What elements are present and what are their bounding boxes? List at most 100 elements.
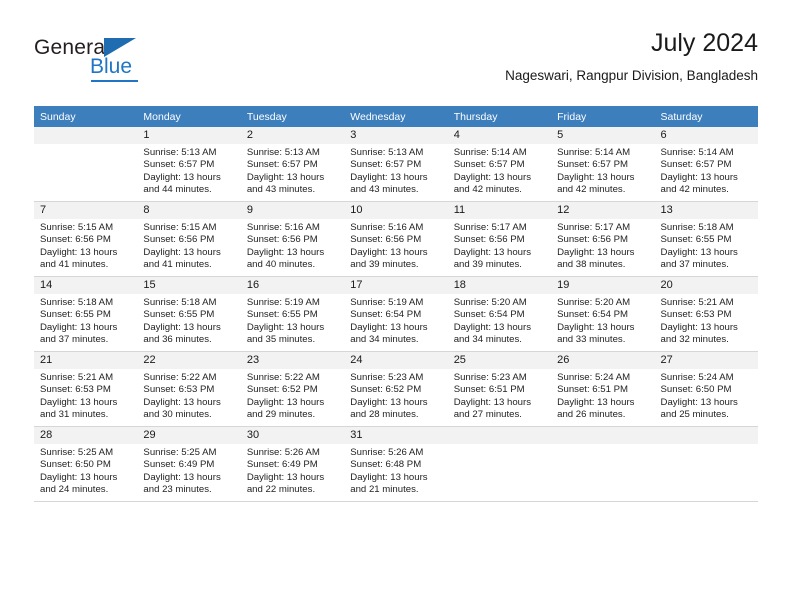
sunrise-text: Sunrise: 5:14 AM xyxy=(557,147,631,158)
day-cell-inner[interactable]: 28 Sunrise: 5:25 AM Sunset: 6:50 PM Dayligh… xyxy=(34,427,138,502)
day-cell-inner[interactable]: 24 Sunrise: 5:23 AM Sunset: 6:52 PM Dayligh… xyxy=(344,352,448,427)
page-title: July 2024 xyxy=(650,29,758,57)
daylight-text-line2: and 43 minutes. xyxy=(350,184,419,196)
calendar-day-cell[interactable]: 6 Sunrise: 5:14 AM Sunset: 6:57 PM Daylight… xyxy=(654,127,758,202)
calendar-day-cell[interactable]: 29 Sunrise: 5:25 AM Sunset: 6:49 PM Dayligh… xyxy=(137,427,241,502)
daylight-text-line1: Daylight: 13 hours xyxy=(660,246,738,258)
sunset-text: Sunset: 6:52 PM xyxy=(350,384,422,396)
daylight-text-line1: Daylight: 13 hours xyxy=(660,171,738,183)
daylight-text-line2: and 34 minutes. xyxy=(350,334,419,346)
calendar-day-cell[interactable]: 4 Sunrise: 5:14 AM Sunset: 6:57 PM Daylight… xyxy=(447,127,552,202)
day-cell-inner[interactable]: 15 Sunrise: 5:18 AM Sunset: 6:55 PM Dayligh… xyxy=(137,277,241,352)
day-number: 24 xyxy=(344,352,448,369)
calendar-day-cell[interactable]: 23 Sunrise: 5:22 AM Sunset: 6:52 PM Dayligh… xyxy=(240,352,345,427)
daylight-text-line2: and 30 minutes. xyxy=(143,409,212,421)
day-cell-inner[interactable]: 25 Sunrise: 5:23 AM Sunset: 6:51 PM Dayligh… xyxy=(447,352,552,427)
day-cell-inner[interactable]: 5 Sunrise: 5:14 AM Sunset: 6:57 PM Daylight… xyxy=(551,127,655,202)
day-info: Sunrise: 5:14 AM Sunset: 6:57 PM Daylight:… xyxy=(551,144,654,197)
calendar-day-cell[interactable]: 8 Sunrise: 5:15 AM Sunset: 6:56 PM Daylight… xyxy=(137,202,241,277)
calendar-day-cell[interactable]: 9 Sunrise: 5:16 AM Sunset: 6:56 PM Daylight… xyxy=(240,202,345,277)
calendar-day-cell[interactable]: 27 Sunrise: 5:24 AM Sunset: 6:50 PM Dayligh… xyxy=(654,352,758,427)
sunrise-text: Sunrise: 5:24 AM xyxy=(660,372,734,383)
calendar-day-cell[interactable]: 22 Sunrise: 5:22 AM Sunset: 6:53 PM Dayligh… xyxy=(137,352,241,427)
calendar-day-cell[interactable]: 18 Sunrise: 5:20 AM Sunset: 6:54 PM Dayligh… xyxy=(447,277,552,352)
day-cell-inner[interactable]: 19 Sunrise: 5:20 AM Sunset: 6:54 PM Dayligh… xyxy=(551,277,655,352)
day-cell-inner[interactable]: 18 Sunrise: 5:20 AM Sunset: 6:54 PM Dayligh… xyxy=(447,277,552,352)
sunset-text: Sunset: 6:48 PM xyxy=(350,459,422,471)
day-cell-inner[interactable]: 23 Sunrise: 5:22 AM Sunset: 6:52 PM Dayligh… xyxy=(240,352,345,427)
daylight-text-line2: and 26 minutes. xyxy=(557,409,626,421)
calendar-day-cell[interactable]: 7 Sunrise: 5:15 AM Sunset: 6:56 PM Daylight… xyxy=(34,202,138,277)
calendar-day-cell[interactable]: 25 Sunrise: 5:23 AM Sunset: 6:51 PM Dayligh… xyxy=(447,352,552,427)
day-cell-inner[interactable]: 13 Sunrise: 5:18 AM Sunset: 6:55 PM Dayligh… xyxy=(654,202,758,277)
sunrise-text: Sunrise: 5:23 AM xyxy=(350,372,424,383)
sunset-text: Sunset: 6:56 PM xyxy=(557,234,629,246)
day-cell-inner[interactable]: 3 Sunrise: 5:13 AM Sunset: 6:57 PM Daylight… xyxy=(344,127,448,202)
calendar-day-cell[interactable]: 21 Sunrise: 5:21 AM Sunset: 6:53 PM Dayligh… xyxy=(34,352,138,427)
day-cell-inner[interactable]: 22 Sunrise: 5:22 AM Sunset: 6:53 PM Dayligh… xyxy=(137,352,241,427)
daylight-text-line2: and 39 minutes. xyxy=(453,259,522,271)
calendar-day-cell[interactable]: 2 Sunrise: 5:13 AM Sunset: 6:57 PM Daylight… xyxy=(240,127,345,202)
day-cell-inner[interactable]: 17 Sunrise: 5:19 AM Sunset: 6:54 PM Dayligh… xyxy=(344,277,448,352)
day-cell-inner[interactable]: 11 Sunrise: 5:17 AM Sunset: 6:56 PM Dayligh… xyxy=(447,202,552,277)
daylight-text-line2: and 27 minutes. xyxy=(453,409,522,421)
calendar-day-cell[interactable]: 30 Sunrise: 5:26 AM Sunset: 6:49 PM Dayligh… xyxy=(240,427,345,502)
calendar-day-cell[interactable]: 28 Sunrise: 5:25 AM Sunset: 6:50 PM Dayligh… xyxy=(34,427,138,502)
sunrise-text: Sunrise: 5:25 AM xyxy=(40,447,114,458)
calendar-day-cell[interactable]: 31 Sunrise: 5:26 AM Sunset: 6:48 PM Dayligh… xyxy=(344,427,448,502)
day-cell-inner[interactable]: 8 Sunrise: 5:15 AM Sunset: 6:56 PM Daylight… xyxy=(137,202,241,277)
day-cell-inner[interactable]: 14 Sunrise: 5:18 AM Sunset: 6:55 PM Dayligh… xyxy=(34,277,138,352)
calendar-day-cell[interactable]: 10 Sunrise: 5:16 AM Sunset: 6:56 PM Dayligh… xyxy=(344,202,448,277)
day-cell-inner[interactable]: 20 Sunrise: 5:21 AM Sunset: 6:53 PM Dayligh… xyxy=(654,277,758,352)
sunset-text: Sunset: 6:51 PM xyxy=(453,384,525,396)
calendar-day-cell[interactable]: 11 Sunrise: 5:17 AM Sunset: 6:56 PM Dayligh… xyxy=(447,202,552,277)
calendar-day-cell[interactable]: 20 Sunrise: 5:21 AM Sunset: 6:53 PM Dayligh… xyxy=(654,277,758,352)
day-number: 15 xyxy=(137,277,241,294)
day-cell-inner[interactable]: 1 Sunrise: 5:13 AM Sunset: 6:57 PM Daylight… xyxy=(137,127,241,202)
calendar-day-cell[interactable]: 12 Sunrise: 5:17 AM Sunset: 6:56 PM Dayligh… xyxy=(551,202,655,277)
calendar-day-cell[interactable]: 13 Sunrise: 5:18 AM Sunset: 6:55 PM Dayligh… xyxy=(654,202,758,277)
day-cell-inner[interactable]: 27 Sunrise: 5:24 AM Sunset: 6:50 PM Dayligh… xyxy=(654,352,758,427)
calendar-day-cell[interactable]: 3 Sunrise: 5:13 AM Sunset: 6:57 PM Daylight… xyxy=(344,127,448,202)
daylight-text-line2: and 22 minutes. xyxy=(246,484,316,496)
day-number: 27 xyxy=(654,352,758,369)
calendar-day-cell[interactable]: 15 Sunrise: 5:18 AM Sunset: 6:55 PM Dayligh… xyxy=(137,277,241,352)
calendar-day-cell[interactable]: 1 Sunrise: 5:13 AM Sunset: 6:57 PM Daylight… xyxy=(137,127,241,202)
day-info: Sunrise: 5:14 AM Sunset: 6:57 PM Daylight:… xyxy=(655,144,758,197)
calendar-day-cell[interactable]: 5 Sunrise: 5:14 AM Sunset: 6:57 PM Daylight… xyxy=(551,127,655,202)
day-cell-inner[interactable]: 7 Sunrise: 5:15 AM Sunset: 6:56 PM Daylight… xyxy=(34,202,138,277)
day-cell-inner[interactable]: 12 Sunrise: 5:17 AM Sunset: 6:56 PM Dayligh… xyxy=(551,202,655,277)
day-cell-inner[interactable]: 16 Sunrise: 5:19 AM Sunset: 6:55 PM Dayligh… xyxy=(240,277,345,352)
calendar-day-cell[interactable]: 17 Sunrise: 5:19 AM Sunset: 6:54 PM Dayligh… xyxy=(344,277,448,352)
day-number xyxy=(447,427,552,444)
day-info: Sunrise: 5:19 AM Sunset: 6:55 PM Daylight:… xyxy=(241,294,344,347)
day-cell-inner[interactable]: 2 Sunrise: 5:13 AM Sunset: 6:57 PM Daylight… xyxy=(240,127,345,202)
day-cell-inner[interactable]: 9 Sunrise: 5:16 AM Sunset: 6:56 PM Daylight… xyxy=(240,202,345,277)
day-info: Sunrise: 5:25 AM Sunset: 6:50 PM Daylight:… xyxy=(34,444,137,497)
day-cell-inner[interactable]: 21 Sunrise: 5:21 AM Sunset: 6:53 PM Dayligh… xyxy=(34,352,138,427)
day-cell-inner[interactable]: 4 Sunrise: 5:14 AM Sunset: 6:57 PM Daylight… xyxy=(447,127,552,202)
daylight-text-line1: Daylight: 13 hours xyxy=(143,171,221,183)
sunrise-text: Sunrise: 5:26 AM xyxy=(350,447,424,458)
daylight-text-line2: and 42 minutes. xyxy=(453,184,522,196)
daylight-text-line1: Daylight: 13 hours xyxy=(350,396,428,408)
sunset-text: Sunset: 6:51 PM xyxy=(557,384,629,396)
sunset-text: Sunset: 6:55 PM xyxy=(143,309,215,321)
day-info: Sunrise: 5:14 AM Sunset: 6:57 PM Daylight:… xyxy=(448,144,551,197)
day-cell-inner[interactable]: 29 Sunrise: 5:25 AM Sunset: 6:49 PM Dayligh… xyxy=(137,427,241,502)
day-cell-inner[interactable]: 30 Sunrise: 5:26 AM Sunset: 6:49 PM Dayligh… xyxy=(240,427,345,502)
sunset-text: Sunset: 6:56 PM xyxy=(246,234,318,246)
day-cell-inner[interactable]: 26 Sunrise: 5:24 AM Sunset: 6:51 PM Dayligh… xyxy=(551,352,655,427)
calendar-day-cell[interactable]: 14 Sunrise: 5:18 AM Sunset: 6:55 PM Dayligh… xyxy=(34,277,138,352)
weekday-header-saturday: Saturday xyxy=(654,106,758,127)
daylight-text-line2: and 33 minutes. xyxy=(557,334,626,346)
calendar-day-cell[interactable]: 19 Sunrise: 5:20 AM Sunset: 6:54 PM Dayligh… xyxy=(551,277,655,352)
calendar-day-cell[interactable]: 26 Sunrise: 5:24 AM Sunset: 6:51 PM Dayligh… xyxy=(551,352,655,427)
calendar-day-cell[interactable]: 24 Sunrise: 5:23 AM Sunset: 6:52 PM Dayligh… xyxy=(344,352,448,427)
calendar-cell-empty xyxy=(654,427,758,502)
day-cell-inner[interactable]: 6 Sunrise: 5:14 AM Sunset: 6:57 PM Daylight… xyxy=(654,127,758,202)
calendar-day-cell[interactable]: 16 Sunrise: 5:19 AM Sunset: 6:55 PM Dayligh… xyxy=(240,277,345,352)
day-cell-inner[interactable]: 10 Sunrise: 5:16 AM Sunset: 6:56 PM Dayligh… xyxy=(344,202,448,277)
day-cell-inner[interactable]: 31 Sunrise: 5:26 AM Sunset: 6:48 PM Dayligh… xyxy=(344,427,448,502)
day-number: 28 xyxy=(34,427,138,444)
